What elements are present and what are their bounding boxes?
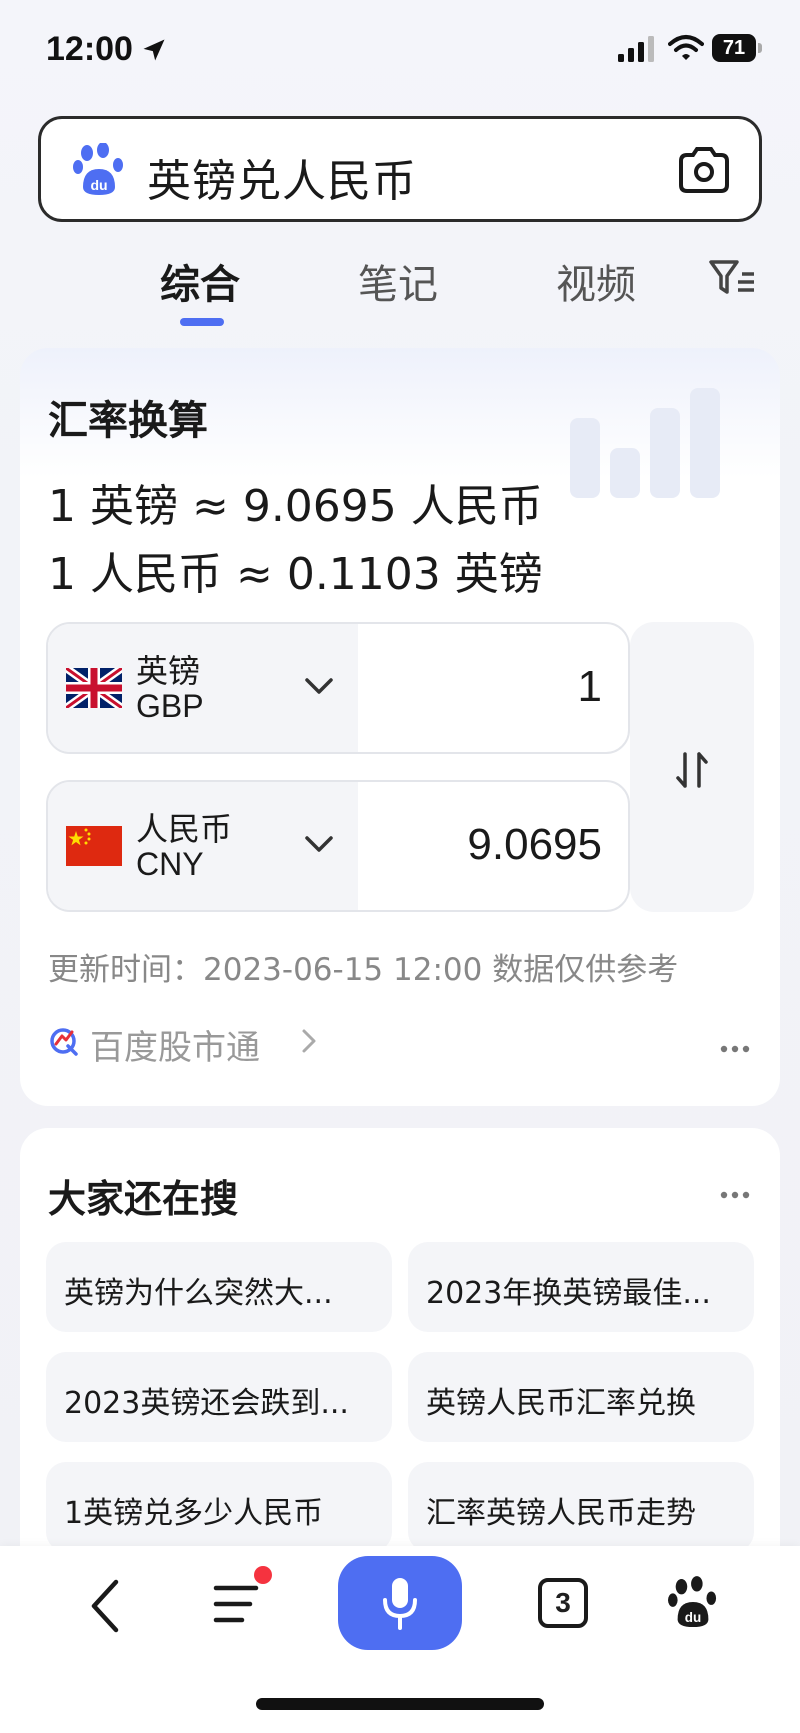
to-currency-row: 人民币 CNY 9.0695 <box>46 780 630 912</box>
swap-currency-button[interactable] <box>630 622 754 912</box>
chevron-right-icon <box>302 1029 316 1053</box>
swap-arrows-icon <box>676 752 708 788</box>
rate-gbp-to-cny: 1 英镑 ≈ 9.0695 人民币 <box>48 481 543 532</box>
stock-link-label: 百度股市通 <box>90 1028 260 1068</box>
uk-flag-icon <box>66 668 122 708</box>
filter-icon[interactable] <box>708 258 758 298</box>
active-tab-indicator <box>180 318 224 326</box>
related-search-item[interactable]: 英镑为什么突然大... <box>46 1242 392 1332</box>
card-title: 汇率换算 <box>48 398 208 444</box>
status-bar: 12:00 71 <box>0 0 800 100</box>
from-currency-selector[interactable]: 英镑 GBP <box>48 624 358 752</box>
china-flag-icon <box>66 826 122 866</box>
from-currency-name: 英镑 <box>136 652 201 690</box>
chart-decoration-icon <box>570 388 720 498</box>
tab-notes[interactable]: 笔记 <box>358 252 438 310</box>
chevron-down-icon <box>305 678 333 694</box>
svg-text:du: du <box>90 177 107 193</box>
tab-videos[interactable]: 视频 <box>556 252 636 310</box>
related-search-item[interactable]: 汇率英镑人民币走势 <box>408 1462 754 1552</box>
search-box[interactable]: du 英镑兑人民币 <box>38 116 762 222</box>
voice-search-button[interactable] <box>338 1556 462 1650</box>
menu-icon[interactable] <box>212 1580 264 1628</box>
baidu-logo-icon: du <box>73 143 123 195</box>
tab-all[interactable]: 综合 <box>160 252 240 310</box>
camera-icon[interactable] <box>677 145 731 195</box>
search-input[interactable]: 英镑兑人民币 <box>147 145 417 209</box>
to-currency-selector[interactable]: 人民币 CNY <box>48 782 358 910</box>
from-amount-input[interactable]: 1 <box>578 662 602 712</box>
battery-level: 71 <box>712 34 756 62</box>
chevron-down-icon <box>305 836 333 852</box>
related-search-item[interactable]: 1英镑兑多少人民币 <box>46 1462 392 1552</box>
related-searches-card: 大家还在搜 英镑为什么突然大... 2023年换英镑最佳... 2023英镑还会… <box>20 1128 780 1598</box>
baidu-home-icon[interactable]: du <box>668 1576 718 1630</box>
more-options-icon[interactable] <box>720 1044 750 1054</box>
to-currency-name: 人民币 <box>136 810 233 848</box>
microphone-icon <box>383 1578 417 1630</box>
stock-logo-icon <box>50 1028 78 1056</box>
more-options-icon[interactable] <box>720 1190 750 1200</box>
bottom-navigation: 3 du <box>0 1546 800 1733</box>
related-search-item[interactable]: 2023英镑还会跌到... <box>46 1352 392 1442</box>
update-time-text: 更新时间：2023-06-15 12:00 数据仅供参考 <box>48 952 679 988</box>
rate-cny-to-gbp: 1 人民币 ≈ 0.1103 英镑 <box>48 549 543 600</box>
battery-icon: 71 <box>712 34 762 62</box>
exchange-rate-card: 汇率换算 1 英镑 ≈ 9.0695 人民币 1 人民币 ≈ 0.1103 英镑… <box>20 348 780 1106</box>
home-indicator <box>256 1698 544 1710</box>
svg-text:du: du <box>685 1610 701 1625</box>
wifi-icon <box>668 35 704 60</box>
to-amount-input[interactable]: 9.0695 <box>467 820 602 870</box>
to-currency-code: CNY <box>136 846 204 882</box>
notification-dot <box>254 1566 272 1584</box>
search-tabs: 综合 笔记 视频 <box>0 240 800 330</box>
location-arrow-icon <box>143 39 165 61</box>
status-time: 12:00 <box>46 30 133 68</box>
from-currency-code: GBP <box>136 688 204 724</box>
related-search-item[interactable]: 2023年换英镑最佳... <box>408 1242 754 1332</box>
tab-count-button[interactable]: 3 <box>538 1578 588 1628</box>
related-search-item[interactable]: 英镑人民币汇率兑换 <box>408 1352 754 1442</box>
from-currency-row: 英镑 GBP 1 <box>46 622 630 754</box>
related-searches-title: 大家还在搜 <box>48 1177 239 1221</box>
cellular-signal-icon <box>618 36 654 62</box>
back-arrow-icon[interactable] <box>84 1576 124 1636</box>
